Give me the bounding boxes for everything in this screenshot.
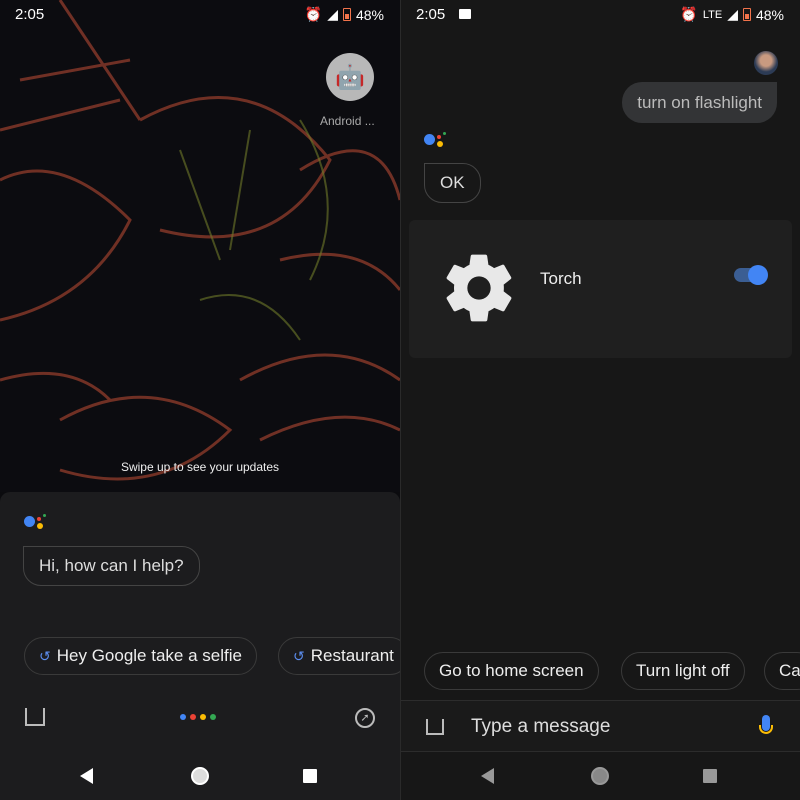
- assistant-sheet: Hi, how can I help? ↺ Hey Google take a s…: [0, 492, 400, 800]
- signal-no-data-icon: ◢: [327, 6, 338, 22]
- alarm-icon: ⏰: [680, 6, 698, 22]
- back-button[interactable]: [80, 768, 93, 784]
- updates-tray-icon[interactable]: [426, 719, 444, 735]
- history-icon: ↺: [39, 648, 51, 664]
- battery-percent: 48%: [755, 6, 784, 23]
- suggestion-chip[interactable]: Turn light off: [621, 652, 745, 690]
- message-input-bar: Type a message: [401, 700, 800, 752]
- battery-percent: 48%: [355, 6, 384, 23]
- swipe-up-hint: Swipe up to see your updates: [120, 460, 280, 474]
- suggestion-chip[interactable]: Go to home screen: [424, 652, 599, 690]
- assistant-greeting-bubble: Hi, how can I help?: [23, 546, 200, 586]
- back-button[interactable]: [481, 768, 494, 784]
- navigation-bar: [401, 752, 800, 800]
- message-input[interactable]: Type a message: [471, 716, 610, 738]
- suggestion-chip[interactable]: Ca: [764, 652, 800, 690]
- torch-toggle[interactable]: [734, 265, 768, 285]
- signal-icon: ◢: [727, 6, 738, 22]
- status-bar: 2:05 ⏰ LTE ◢ 48%: [401, 0, 800, 30]
- navigation-bar: [0, 752, 400, 800]
- recents-button[interactable]: [703, 769, 717, 783]
- clock: 2:05: [15, 6, 45, 23]
- history-icon: ↺: [293, 648, 305, 664]
- google-dots[interactable]: [180, 714, 216, 720]
- user-message-bubble: turn on flashlight: [622, 82, 777, 123]
- mic-stand: [759, 725, 773, 734]
- gmail-icon: [459, 9, 471, 19]
- updates-tray-icon[interactable]: [25, 708, 45, 726]
- home-screen-panel: 2:05 ⏰ ◢ 48% 🤖 Android ... Swipe up to s…: [0, 0, 400, 800]
- torch-label: Torch: [540, 269, 582, 288]
- torch-setting-card[interactable]: Torch: [409, 220, 792, 358]
- assistant-logo-icon: [24, 514, 46, 536]
- battery-icon: [342, 8, 351, 21]
- suggestion-chip[interactable]: ↺ Restaurant: [278, 637, 400, 675]
- android-app-shortcut[interactable]: 🤖: [326, 53, 374, 101]
- alarm-icon: ⏰: [304, 6, 323, 22]
- assistant-logo-icon: [424, 132, 446, 154]
- home-button[interactable]: [591, 767, 609, 785]
- suggestion-chip[interactable]: ↺ Hey Google take a selfie: [24, 637, 257, 675]
- user-avatar: [754, 51, 778, 75]
- clock: 2:05: [416, 6, 446, 23]
- home-button[interactable]: [191, 767, 209, 785]
- battery-icon: [742, 8, 751, 21]
- settings-gear-icon: [446, 254, 512, 322]
- explore-compass-icon[interactable]: ➚: [355, 708, 375, 728]
- android-icon: 🤖: [335, 63, 365, 91]
- network-type: LTE: [702, 8, 723, 21]
- assistant-reply-bubble: OK: [424, 163, 481, 203]
- assistant-chat-panel: 2:05 ⏰ LTE ◢ 48% turn on flashlight OK T…: [401, 0, 800, 800]
- recents-button[interactable]: [303, 769, 317, 783]
- status-bar: 2:05 ⏰ ◢ 48%: [0, 0, 400, 30]
- app-shortcut-label: Android ...: [320, 114, 375, 128]
